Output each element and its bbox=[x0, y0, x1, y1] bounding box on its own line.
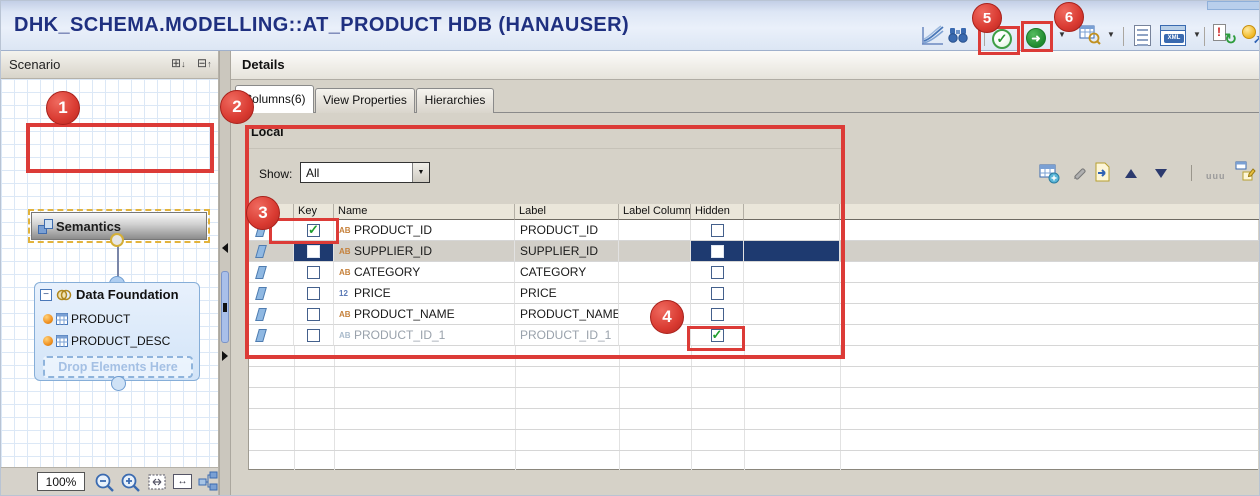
semantics-label: Semantics bbox=[56, 219, 121, 234]
scenario-title: Scenario bbox=[9, 57, 60, 72]
status-dot-icon bbox=[43, 314, 53, 324]
data-preview-caret-icon[interactable]: ▼ bbox=[1107, 31, 1115, 39]
move-down-icon[interactable] bbox=[1155, 169, 1167, 178]
window-corner bbox=[1207, 1, 1260, 10]
table-header-filler bbox=[840, 204, 1259, 220]
tab-view-properties[interactable]: View Properties bbox=[315, 88, 415, 113]
annotation-box-key-checkbox bbox=[269, 218, 339, 244]
annotation-badge-6: 6 bbox=[1054, 2, 1084, 32]
status-dot-icon bbox=[43, 336, 53, 346]
annotation-box-hidden-checkbox bbox=[687, 326, 745, 351]
drop-elements-zone[interactable]: Drop Elements Here bbox=[43, 356, 193, 378]
canvas-zoom-bar: ↔ bbox=[1, 467, 219, 496]
chart-icon[interactable] bbox=[919, 23, 945, 47]
xml-window-bar bbox=[1161, 26, 1185, 31]
toolbar-separator bbox=[1204, 27, 1205, 46]
zoom-level-input[interactable] bbox=[37, 472, 85, 491]
collapse-all-icon[interactable]: ⊟↑ bbox=[197, 56, 212, 70]
collapse-left-icon[interactable] bbox=[222, 243, 228, 253]
zoom-out-icon[interactable] bbox=[94, 472, 116, 494]
toolbar-separator bbox=[1191, 165, 1192, 181]
annotation-badge-2: 2 bbox=[220, 90, 254, 124]
expand-all-icon[interactable]: ⊞↓ bbox=[171, 56, 186, 70]
hint-icon[interactable]: ➚ bbox=[1241, 24, 1260, 46]
edit-pencil-icon[interactable] bbox=[1071, 164, 1089, 182]
fit-to-window-icon[interactable] bbox=[148, 474, 166, 490]
details-title: Details bbox=[242, 57, 285, 72]
propose-mapping-icon[interactable] bbox=[1234, 160, 1257, 183]
annotation-badge-5: 5 bbox=[972, 3, 1002, 33]
warning-glyph: ! bbox=[1217, 25, 1221, 39]
move-up-icon[interactable] bbox=[1125, 169, 1137, 178]
refresh-warning-icon[interactable]: ! ↻ bbox=[1213, 24, 1235, 46]
annotation-box-activate bbox=[1021, 21, 1053, 52]
semantics-icon bbox=[38, 219, 53, 234]
empty-table-rows bbox=[249, 346, 1259, 470]
add-column-icon[interactable] bbox=[1039, 163, 1060, 184]
hint-arrow-glyph: ➚ bbox=[1253, 32, 1260, 46]
xml-label: XML bbox=[1164, 34, 1184, 43]
activate-caret-icon[interactable]: ▼ bbox=[1058, 31, 1066, 39]
splitter-grip bbox=[223, 303, 227, 312]
annotation-badge-1: 1 bbox=[46, 91, 80, 125]
table-name: PRODUCT_DESC bbox=[71, 334, 170, 348]
job-log-icon[interactable] bbox=[1134, 25, 1151, 46]
table-item-product-desc[interactable]: PRODUCT_DESC bbox=[43, 334, 170, 348]
xml-caret-icon[interactable]: ▼ bbox=[1193, 31, 1201, 39]
find-binoculars-icon[interactable] bbox=[948, 26, 968, 45]
annotation-badge-3: 3 bbox=[246, 196, 280, 230]
table-icon bbox=[56, 313, 68, 325]
refresh-glyph: ↻ bbox=[1224, 30, 1237, 48]
table-icon bbox=[56, 335, 68, 347]
data-preview-icon[interactable] bbox=[1079, 25, 1101, 45]
export-propagate-icon[interactable] bbox=[1092, 162, 1112, 183]
table-name: PRODUCT bbox=[71, 312, 130, 326]
details-panel-header: Details bbox=[231, 51, 1260, 80]
collapse-right-icon[interactable] bbox=[222, 351, 228, 361]
tab-hierarchies[interactable]: Hierarchies bbox=[416, 88, 494, 113]
zoom-in-icon[interactable] bbox=[120, 472, 142, 494]
annotation-box-semantics bbox=[26, 123, 214, 173]
table-item-product[interactable]: PRODUCT bbox=[43, 312, 130, 326]
join-venn-icon bbox=[56, 289, 72, 301]
hana-studio-editor: DHK_SCHEMA.MODELLING::AT_PRODUCT HDB (HA… bbox=[0, 0, 1260, 496]
data-foundation-header: − Data Foundation bbox=[40, 287, 179, 302]
display-xml-icon[interactable]: XML bbox=[1160, 25, 1186, 46]
disabled-tool-icon: uuu bbox=[1206, 171, 1226, 181]
view-title: DHK_SCHEMA.MODELLING::AT_PRODUCT HDB (HA… bbox=[14, 14, 629, 37]
fit-width-icon[interactable]: ↔ bbox=[173, 474, 192, 489]
annotation-badge-4: 4 bbox=[650, 300, 684, 334]
data-foundation-node[interactable]: − Data Foundation PRODUCT bbox=[34, 282, 200, 381]
data-foundation-bottom-port bbox=[111, 376, 126, 391]
collapse-node-icon[interactable]: − bbox=[40, 289, 52, 301]
auto-arrange-icon[interactable] bbox=[198, 471, 219, 492]
toolbar-separator bbox=[1123, 27, 1124, 46]
scenario-panel-header: Scenario ⊞↓ ⊟↑ bbox=[1, 51, 219, 79]
data-foundation-label: Data Foundation bbox=[76, 287, 179, 302]
semantics-port bbox=[110, 233, 124, 247]
